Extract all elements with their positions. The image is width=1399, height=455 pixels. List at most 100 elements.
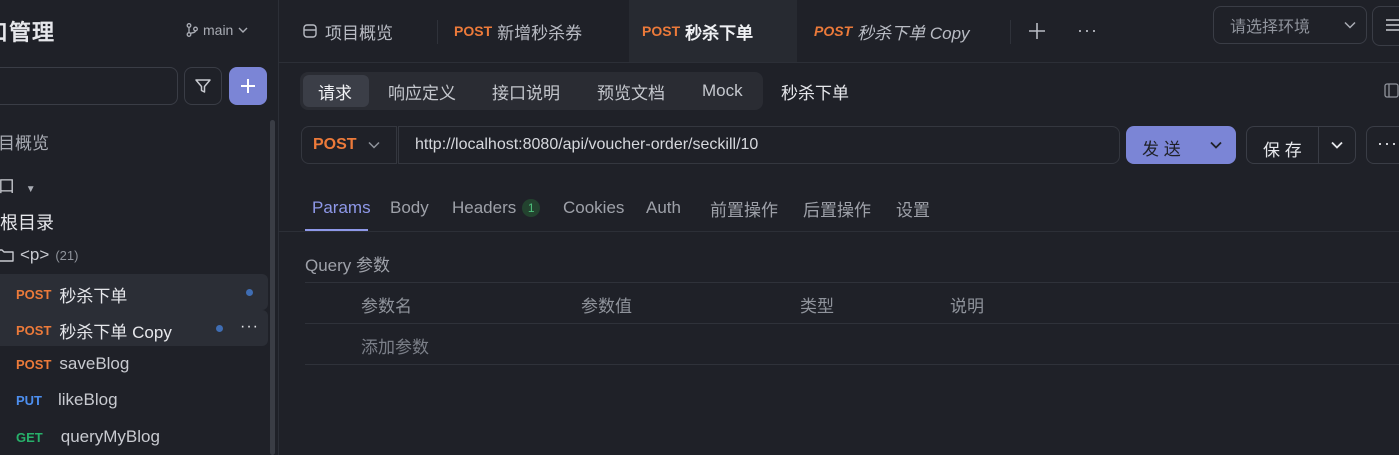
tab-separator: [437, 20, 438, 44]
divider: [279, 231, 1399, 232]
list-item[interactable]: POST 秒杀下单 Copy: [16, 318, 172, 343]
filter-icon: [194, 77, 212, 95]
list-item-label: queryMyBlog: [60, 427, 160, 446]
sidebar-scrollbar[interactable]: [270, 120, 275, 455]
tab-add-voucher[interactable]: POST 新增秒杀券: [454, 0, 582, 62]
filter-button[interactable]: [184, 67, 222, 105]
list-item[interactable]: POST 秒杀下单: [16, 282, 127, 307]
table-divider: [305, 282, 1399, 283]
method-badge: GET: [16, 429, 43, 445]
send-dropdown-icon[interactable]: [1210, 141, 1222, 149]
tab-project-overview[interactable]: 项目概览: [302, 0, 393, 62]
tab-label: 新增秒杀券: [497, 23, 583, 43]
list-item[interactable]: POST saveBlog: [16, 354, 129, 374]
tab-label: 项目概览: [325, 23, 393, 43]
subtab-request[interactable]: 请求: [318, 72, 352, 110]
tabs-more-icon[interactable]: ···: [1077, 20, 1098, 41]
tab-settings[interactable]: 设置: [896, 196, 930, 220]
folder-icon: [0, 248, 14, 262]
column-header-type: 类型: [800, 297, 834, 316]
plus-icon: [239, 77, 257, 95]
caret-down-icon: ▼: [25, 184, 36, 195]
branch-selector[interactable]: main: [186, 22, 248, 38]
list-item[interactable]: PUT likeBlog: [16, 390, 118, 410]
search-input[interactable]: [0, 67, 178, 105]
project-title: 口管理: [0, 20, 56, 45]
headers-count-badge: 1: [522, 199, 541, 217]
folder-count: (21): [55, 247, 79, 263]
method-badge: POST: [16, 287, 52, 302]
tab-params[interactable]: Params: [312, 196, 371, 220]
branch-name: main: [203, 22, 234, 38]
tab-method: POST: [814, 23, 853, 39]
method-select[interactable]: POST: [301, 126, 397, 164]
new-tab-plus-icon[interactable]: [1027, 21, 1047, 41]
url-input[interactable]: http://localhost:8080/api/voucher-order/…: [398, 126, 1120, 164]
list-item-label: likeBlog: [58, 390, 118, 409]
method-badge: POST: [16, 356, 52, 372]
branch-icon: [186, 23, 198, 37]
subtab-description[interactable]: 接口说明: [492, 72, 560, 110]
list-item-label: 秒杀下单: [59, 287, 128, 306]
tab-method: POST: [454, 23, 493, 39]
table-divider: [305, 364, 1399, 365]
tab-cookies[interactable]: Cookies: [563, 196, 624, 220]
tab-headers[interactable]: Headers 1: [452, 196, 541, 220]
table-divider: [305, 323, 1399, 324]
more-actions-button[interactable]: ···: [1366, 126, 1399, 164]
sidebar-divider[interactable]: [278, 0, 279, 455]
sidebar: 口管理 main 目概览 口 ▼ 根目录 <p> (21) POST: [0, 0, 278, 455]
subtab-response[interactable]: 响应定义: [388, 72, 456, 110]
send-label: 发 送: [1142, 140, 1181, 159]
subtab-preview[interactable]: 预览文档: [597, 72, 665, 110]
tree-item-overview[interactable]: 目概览: [0, 129, 49, 154]
list-item-label: 秒杀下单 Copy: [59, 323, 172, 342]
subtab-mock[interactable]: Mock: [702, 72, 743, 110]
panel-toggle-icon[interactable]: [1384, 83, 1399, 98]
add-button[interactable]: [229, 67, 267, 105]
status-dot: [246, 289, 253, 296]
chevron-down-icon: [368, 141, 380, 149]
column-header-description: 说明: [950, 297, 984, 316]
tab-label: 秒杀下单: [685, 23, 754, 43]
tab-body[interactable]: Body: [390, 196, 429, 220]
save-dropdown-icon[interactable]: [1331, 141, 1343, 149]
column-header-value: 参数值: [581, 297, 632, 316]
send-button[interactable]: 发 送: [1126, 126, 1236, 164]
environment-select[interactable]: 请选择环境: [1213, 6, 1367, 44]
menu-button[interactable]: [1372, 6, 1399, 46]
tab-label: 秒杀下单 Copy: [857, 23, 970, 43]
chevron-down-icon: [1344, 21, 1356, 29]
tree-item-interfaces[interactable]: 口 ▼: [0, 172, 36, 197]
tree-folder[interactable]: <p> (21): [0, 245, 78, 265]
tab-separator: [1010, 20, 1011, 44]
list-item[interactable]: GET queryMyBlog: [16, 427, 160, 447]
tab-pre-script[interactable]: 前置操作: [710, 196, 778, 220]
method-value: POST: [313, 136, 357, 153]
list-item-label: saveBlog: [59, 354, 130, 373]
tree-item-root[interactable]: 根目录: [0, 209, 54, 235]
cube-icon: [302, 23, 318, 39]
method-badge: POST: [16, 323, 52, 338]
tab-auth[interactable]: Auth: [646, 196, 681, 220]
query-params-label: Query 参数: [305, 256, 391, 275]
tab-headers-label: Headers: [452, 198, 517, 217]
save-button[interactable]: 保 存: [1246, 126, 1356, 164]
environment-placeholder: 请选择环境: [1230, 19, 1311, 36]
column-header-name: 参数名: [361, 297, 412, 316]
chevron-down-icon: [238, 26, 248, 34]
tab-method: POST: [642, 23, 681, 39]
folder-label: <p>: [20, 245, 50, 264]
method-badge: PUT: [16, 392, 42, 408]
more-icon: ···: [1377, 133, 1398, 153]
tree-item-interfaces-label: 口: [0, 177, 15, 196]
more-icon[interactable]: ···: [240, 318, 259, 336]
endpoint-name[interactable]: 秒杀下单: [781, 72, 849, 110]
tab-post-script[interactable]: 后置操作: [803, 196, 871, 220]
save-label: 保 存: [1263, 141, 1302, 160]
add-param-input[interactable]: 添加参数: [361, 333, 429, 358]
status-dot: [216, 325, 223, 332]
tab-seckill-order-copy[interactable]: POST 秒杀下单 Copy: [814, 0, 970, 62]
menu-icon: [1385, 18, 1399, 32]
tab-seckill-order[interactable]: POST 秒杀下单: [629, 0, 797, 62]
